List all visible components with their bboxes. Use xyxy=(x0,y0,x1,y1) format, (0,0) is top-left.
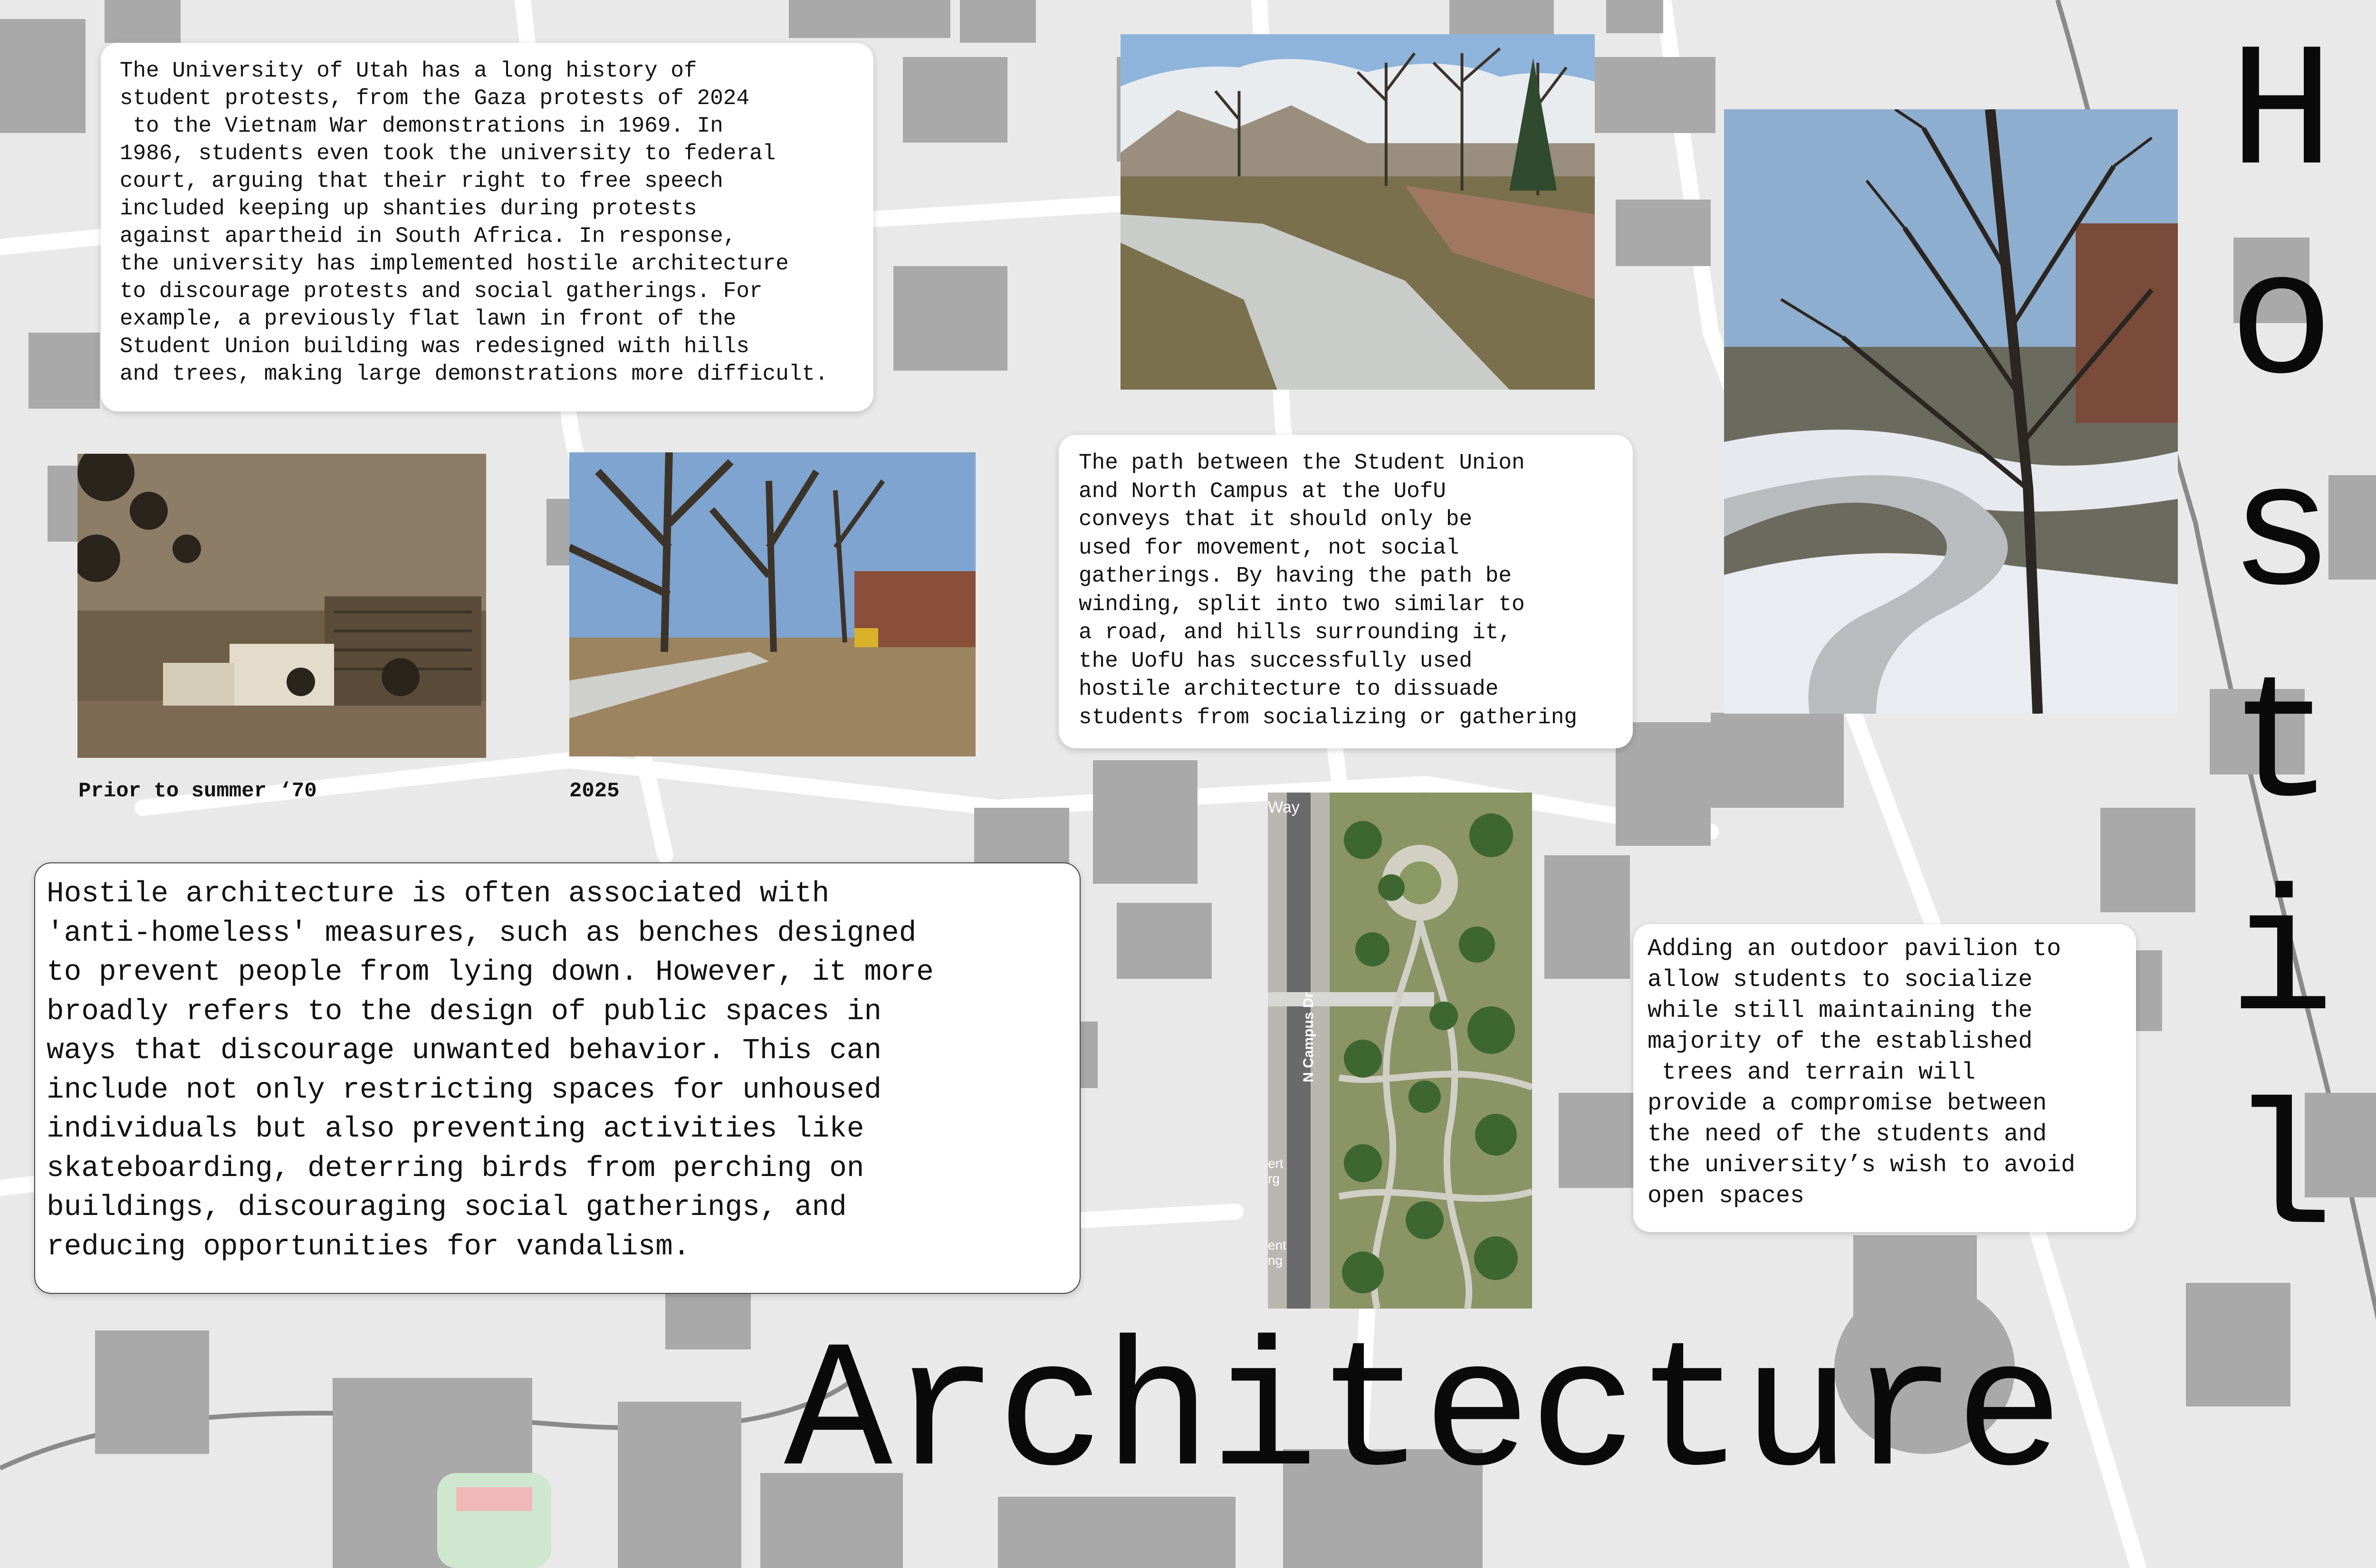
aerial-label-left-3: ent xyxy=(1268,1238,1286,1252)
historic-building-photo xyxy=(77,454,486,758)
proposal-text: Adding an outdoor pavilion to allow stud… xyxy=(1648,936,2076,1210)
title-letter-i: i xyxy=(2229,862,2335,1061)
definition-text: Hostile architecture is often associated… xyxy=(47,878,934,1263)
aerial-photo: Way N Campus Dr ert rg ent ng xyxy=(1268,793,1532,1309)
title-architecture: Architecture xyxy=(784,1314,2063,1518)
aerial-label-left-2: rg xyxy=(1268,1171,1280,1186)
caption-before: Prior to summer ‘70 xyxy=(78,779,317,803)
snow-path-photo xyxy=(1724,109,2178,714)
path-photo xyxy=(1121,34,1595,390)
lawn-2025-photo xyxy=(569,452,976,756)
definition-text-card: Hostile architecture is often associated… xyxy=(34,862,1081,1294)
proposal-text-card: Adding an outdoor pavilion to allow stud… xyxy=(1633,924,2136,1232)
aerial-label-left-4: ng xyxy=(1268,1253,1283,1268)
path-text-card: The path between the Student Union and N… xyxy=(1059,435,1633,748)
history-text: The University of Utah has a long histor… xyxy=(120,58,828,386)
aerial-street-label: N Campus Dr xyxy=(1301,992,1316,1082)
aerial-label-left-1: ert xyxy=(1268,1156,1284,1171)
history-text-card: The University of Utah has a long histor… xyxy=(101,43,873,411)
aerial-label-top: Way xyxy=(1268,798,1300,816)
title-letter-o: o xyxy=(2229,226,2335,425)
title-letter-t: t xyxy=(2229,649,2335,848)
title-letter-l: l xyxy=(2229,1076,2335,1275)
title-letter-s: s xyxy=(2229,437,2335,636)
path-text: The path between the Student Union and N… xyxy=(1079,450,1577,730)
caption-after: 2025 xyxy=(569,779,620,803)
title-letter-h: H xyxy=(2229,17,2335,216)
